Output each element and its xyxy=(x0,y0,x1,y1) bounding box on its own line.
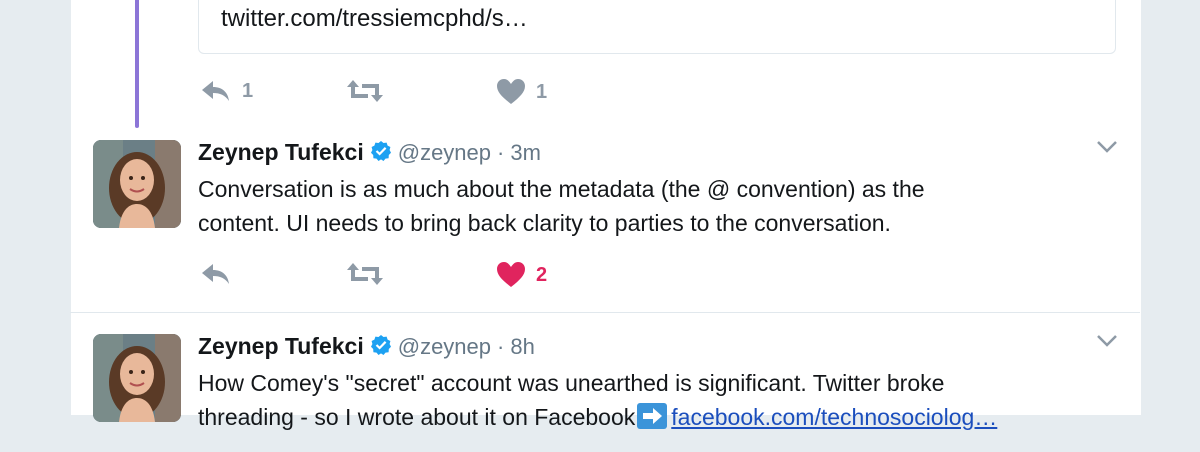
arrow-right-emoji-icon xyxy=(637,403,668,429)
tweet[interactable]: Zeynep Tufekci @zeynep · 8h How Comey's … xyxy=(70,332,1140,452)
avatar-image xyxy=(93,334,181,422)
display-name[interactable]: Zeynep Tufekci xyxy=(198,139,364,166)
tweet-divider xyxy=(70,312,1140,313)
separator-dot: · xyxy=(497,334,505,359)
avatar[interactable] xyxy=(93,140,181,228)
heart-icon xyxy=(497,79,525,104)
timestamp[interactable]: 3m xyxy=(510,140,541,166)
conversation-thread-line xyxy=(135,0,139,128)
tweet-text-line: Conversation is as much about the metada… xyxy=(198,176,925,202)
reply-count: 1 xyxy=(242,79,254,102)
like-button[interactable]: 1 xyxy=(496,78,547,106)
tweet-text: Conversation is as much about the metada… xyxy=(198,172,1098,240)
reply-button[interactable]: 1 xyxy=(200,78,253,104)
display-name[interactable]: Zeynep Tufekci xyxy=(198,333,364,360)
like-button[interactable]: 2 xyxy=(496,261,547,289)
tweet-text-segment: threading - so I wrote about it on Faceb… xyxy=(198,404,636,430)
verified-badge-icon xyxy=(370,334,392,361)
tweet-header: Zeynep Tufekci @zeynep · 8h xyxy=(198,332,535,360)
username-handle[interactable]: @zeynep xyxy=(398,140,491,166)
retweet-icon xyxy=(347,263,383,285)
retweet-icon xyxy=(347,80,383,102)
reply-button[interactable] xyxy=(200,261,242,287)
avatar[interactable] xyxy=(93,334,181,422)
reply-icon xyxy=(202,81,229,101)
quoted-tweet-link[interactable]: twitter.com/tressiemcphd/s… xyxy=(221,5,528,33)
more-options-button[interactable] xyxy=(1096,334,1118,353)
quoted-tweet-card[interactable]: twitter.com/tressiemcphd/s… xyxy=(198,0,1116,54)
tweet-text: How Comey's "secret" account was unearth… xyxy=(198,366,1098,434)
chevron-down-icon xyxy=(1097,141,1117,153)
avatar-image xyxy=(93,140,181,228)
chevron-down-icon xyxy=(1097,335,1117,347)
separator-dot: · xyxy=(497,140,505,165)
tweet-text-line: threading - so I wrote about it on Faceb… xyxy=(198,400,1098,434)
tweet-text-line: content. UI needs to bring back clarity … xyxy=(198,210,891,236)
heart-icon xyxy=(497,262,525,287)
username-handle[interactable]: @zeynep xyxy=(398,334,491,360)
external-link[interactable]: facebook.com/technosociolog… xyxy=(671,404,997,430)
retweet-button[interactable] xyxy=(346,78,394,104)
tweet-header: Zeynep Tufekci @zeynep · 3m xyxy=(198,138,541,166)
tweet-text-line: How Comey's "secret" account was unearth… xyxy=(198,370,945,396)
like-count: 2 xyxy=(536,263,548,286)
retweet-button[interactable] xyxy=(346,261,394,287)
more-options-button[interactable] xyxy=(1096,140,1118,159)
timestamp[interactable]: 8h xyxy=(510,334,534,360)
like-count: 1 xyxy=(536,80,548,103)
tweet-actions-top: 1 1 xyxy=(198,78,698,112)
tweet-actions: 2 xyxy=(198,261,698,295)
reply-icon xyxy=(202,264,229,284)
verified-badge-icon xyxy=(370,140,392,167)
